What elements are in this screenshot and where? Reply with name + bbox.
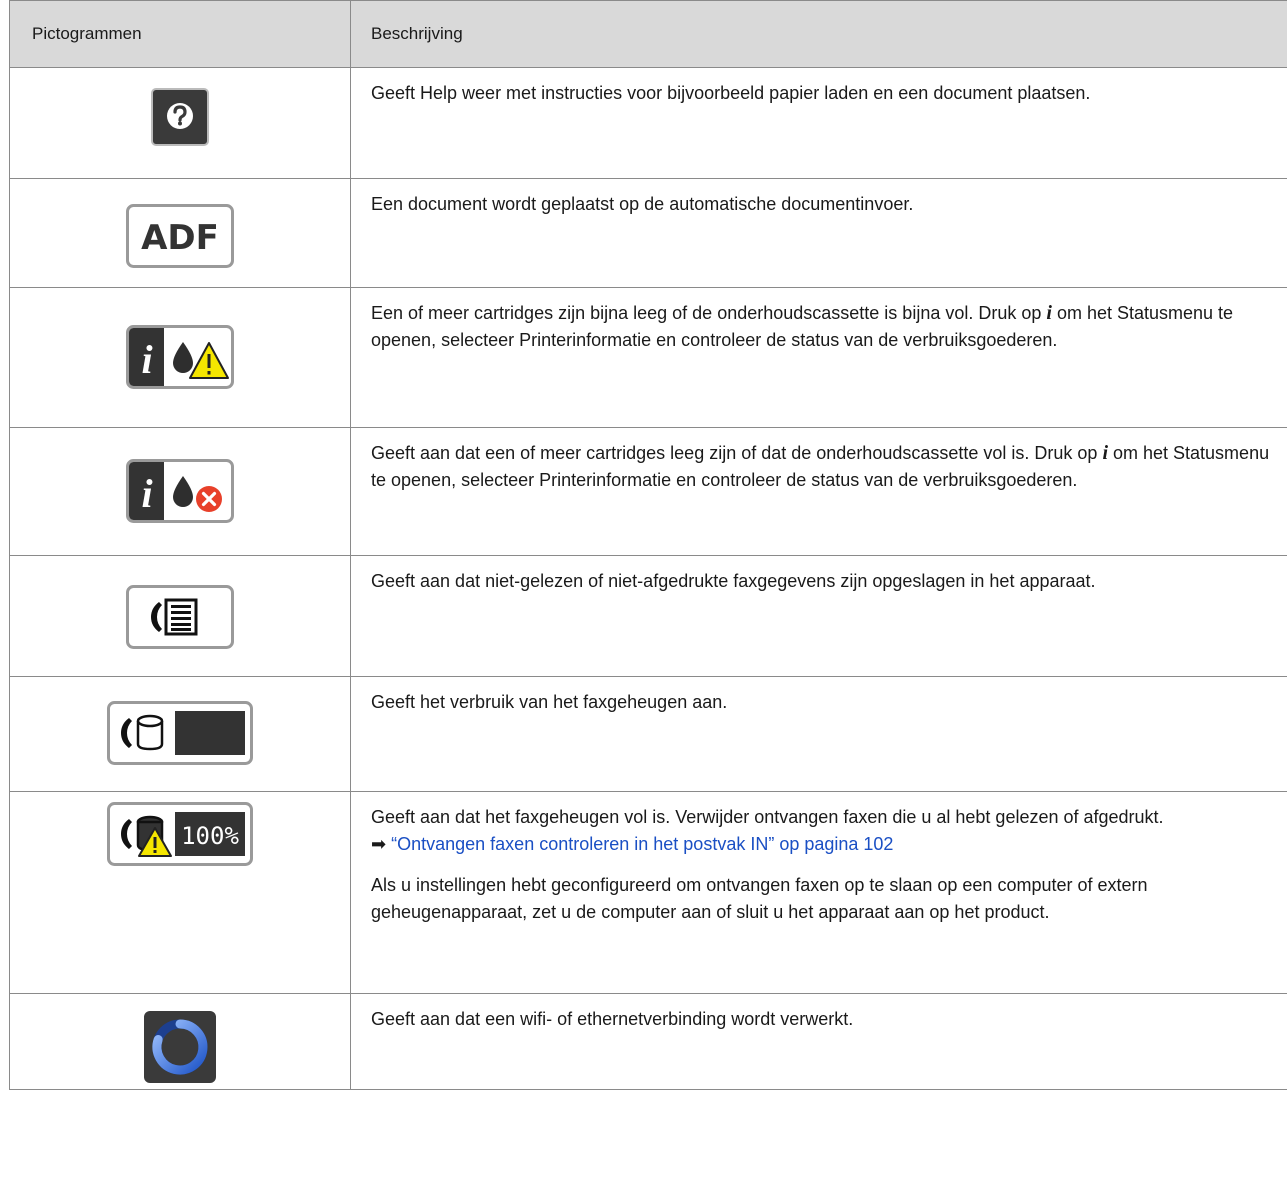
table-row: Geeft het verbruik van het faxgeheugen a… — [9, 676, 1287, 792]
description-part-a: Geeft aan dat een of meer cartridges lee… — [371, 443, 1103, 463]
table-row: Geeft Help weer met instructies voor bij… — [9, 67, 1287, 179]
icon-cell — [9, 676, 351, 792]
icon-cell: i — [9, 287, 351, 428]
network-processing-icon — [144, 1011, 216, 1083]
row-description: Geeft het verbruik van het faxgeheugen a… — [371, 692, 728, 712]
table-row: 100% Geeft aan dat het faxgeheugen vol i… — [9, 791, 1287, 994]
table-row: ADF Een document wordt geplaatst op de a… — [9, 178, 1287, 288]
row-description: Geeft aan dat niet-gelezen of niet-afged… — [371, 571, 1096, 591]
description-part-a: Een of meer cartridges zijn bijna leeg o… — [371, 303, 1047, 323]
ink-empty-error-icon: i — [126, 459, 234, 523]
fax-memory-usage-icon — [107, 701, 253, 765]
row-description: Geeft aan dat het faxgeheugen vol is. Ve… — [371, 807, 1164, 827]
icon-cell — [9, 67, 351, 179]
row-description: Geeft aan dat een wifi- of ethernetverbi… — [371, 1009, 854, 1029]
row-description: Geeft Help weer met instructies voor bij… — [371, 83, 1091, 103]
table-row: Geeft aan dat niet-gelezen of niet-afged… — [9, 555, 1287, 677]
description-cell: Een document wordt geplaatst op de autom… — [350, 178, 1287, 288]
adf-icon: ADF — [126, 204, 234, 268]
row-description: Een document wordt geplaatst op de autom… — [371, 194, 914, 214]
table-header-row: Pictogrammen Beschrijving — [9, 0, 1287, 68]
svg-text:i: i — [141, 337, 152, 382]
icon-cell: ADF — [9, 178, 351, 288]
icon-cell — [9, 555, 351, 677]
description-cell: Geeft aan dat een wifi- of ethernetverbi… — [350, 993, 1287, 1090]
adf-icon-label: ADF — [141, 218, 219, 258]
description-cell: Geeft Help weer met instructies voor bij… — [350, 67, 1287, 179]
description-cell: Geeft aan dat een of meer cartridges lee… — [350, 427, 1287, 556]
icon-table: Pictogrammen Beschrijving Geeft Help wee… — [9, 0, 1287, 1090]
svg-text:i: i — [141, 471, 152, 516]
description-cell: Een of meer cartridges zijn bijna leeg o… — [350, 287, 1287, 428]
table-row: Geeft aan dat een wifi- of ethernetverbi… — [9, 993, 1287, 1090]
cross-reference: ➡ “Ontvangen faxen controleren in het po… — [371, 831, 1281, 858]
description-cell: Geeft het verbruik van het faxgeheugen a… — [350, 676, 1287, 792]
row-description-extra: Als u instellingen hebt geconfigureerd o… — [371, 875, 1148, 922]
memory-percent-label: 100% — [181, 822, 239, 850]
description-cell: Geeft aan dat niet-gelezen of niet-afged… — [350, 555, 1287, 677]
description-cell: Geeft aan dat het faxgeheugen vol is. Ve… — [350, 791, 1287, 994]
help-icon — [151, 88, 209, 146]
row-description: Geeft aan dat een of meer cartridges lee… — [371, 440, 1281, 494]
row-description: Een of meer cartridges zijn bijna leeg o… — [371, 300, 1281, 354]
header-icons: Pictogrammen — [9, 0, 351, 68]
header-description: Beschrijving — [350, 0, 1287, 68]
table-row: i Geeft aan dat een of meer cartridges l… — [9, 427, 1287, 556]
arrow-icon: ➡ — [371, 834, 387, 854]
icon-cell: i — [9, 427, 351, 556]
table-row: i Een of meer cartridges zijn bijna leeg… — [9, 287, 1287, 428]
page-link[interactable]: “Ontvangen faxen controleren in het post… — [391, 834, 893, 854]
fax-data-icon — [126, 585, 234, 649]
icon-cell — [9, 993, 351, 1090]
ink-low-warning-icon: i — [126, 325, 234, 389]
fax-memory-full-icon: 100% — [107, 802, 253, 866]
icon-cell: 100% — [9, 791, 351, 994]
